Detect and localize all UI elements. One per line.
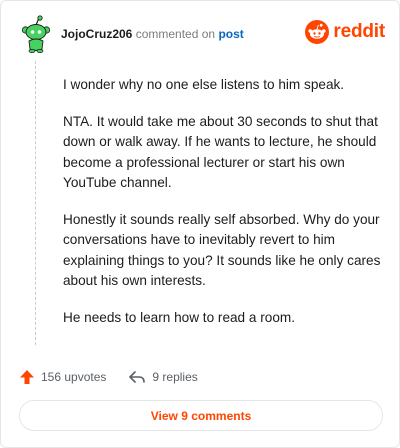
comment-header: JojoCruz206 commented on post reddit xyxy=(19,15,385,55)
comment-paragraph: I wonder why no one else listens to him … xyxy=(63,77,345,92)
reddit-brand[interactable]: reddit xyxy=(305,19,385,45)
upvote-button[interactable]: 156 upvotes xyxy=(19,369,106,385)
comment-paragraph: NTA. It would take me about 30 seconds t… xyxy=(63,113,378,191)
snoo-avatar-icon[interactable] xyxy=(19,15,53,55)
reply-arrow-icon xyxy=(129,371,146,383)
action-text: commented on xyxy=(135,27,216,41)
comment-card: JojoCruz206 commented on post reddit I w… xyxy=(0,0,400,448)
upvote-count: 156 upvotes xyxy=(41,370,107,384)
comment-actions: 156 upvotes 9 replies xyxy=(19,365,220,389)
comment-paragraph: Honestly it sounds really self absorbed.… xyxy=(63,211,381,289)
thread-line xyxy=(35,61,36,345)
view-comments-button[interactable]: View 9 comments xyxy=(19,400,383,431)
upvote-arrow-icon xyxy=(20,370,34,384)
username[interactable]: JojoCruz206 xyxy=(61,27,132,41)
brand-wordmark: reddit xyxy=(333,21,385,42)
reply-button[interactable]: 9 replies xyxy=(128,369,198,385)
post-link[interactable]: post xyxy=(218,27,243,41)
comment-paragraph: He needs to learn how to read a room. xyxy=(63,309,295,325)
author-line: JojoCruz206 commented on post xyxy=(61,27,244,41)
reddit-alien-icon xyxy=(305,20,330,44)
comment-body: I wonder why no one else listens to him … xyxy=(63,75,389,344)
reply-count: 9 replies xyxy=(152,370,198,384)
